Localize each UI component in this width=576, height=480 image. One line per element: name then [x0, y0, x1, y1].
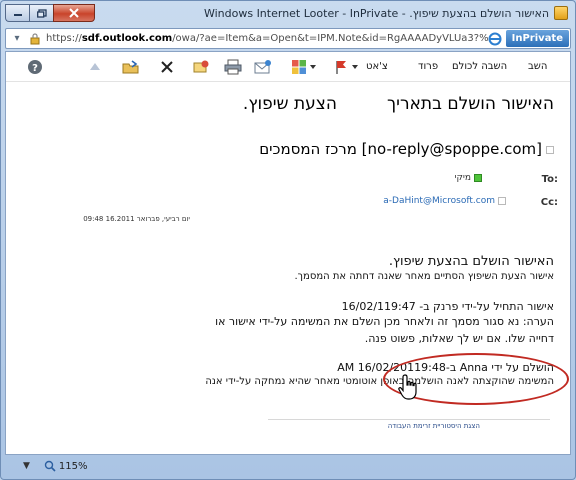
url-prefix: https:// [46, 33, 82, 44]
flag-dropdown-icon[interactable] [350, 58, 360, 76]
inprivate-badge[interactable]: InPrivate [505, 30, 569, 47]
print-icon[interactable] [224, 58, 242, 76]
minimize-icon [13, 14, 22, 16]
close-window-button[interactable] [53, 4, 95, 22]
title-bar: האישור הושלם בהצעת שיפוץ. - Windows Inte… [1, 1, 575, 27]
zoom-value: 115% [58, 460, 88, 472]
body-line-4: דחייה שלו. אם יש לך שאלות, פשוט פנה. [364, 332, 554, 345]
up-arrow-icon[interactable] [86, 58, 104, 76]
mark-unread-icon[interactable] [254, 58, 272, 76]
url-path: /owa/?ae=Item&a=Open&t=IPM.Note&id=RgAAA… [172, 33, 487, 44]
sender-name[interactable]: [no-reply@spoppe.com] מרכז המסמכים [259, 140, 542, 158]
divider [268, 419, 550, 420]
url-text[interactable]: https://sdf.outlook.com/owa/?ae=Item&a=O… [42, 33, 488, 44]
status-bar: ▼ 115% [5, 456, 571, 476]
ie-page-icon [488, 32, 502, 45]
reply-all-button[interactable]: השבה לכולם [452, 61, 507, 72]
to-recipient[interactable]: מיקי [454, 173, 482, 183]
subject-part-2: הצעת שיפוץ. [242, 94, 338, 114]
address-bar[interactable]: ▾ https://sdf.outlook.com/owa/?ae=Item&a… [5, 28, 571, 49]
restore-button[interactable] [29, 4, 53, 22]
body-heading: האישור הושלם בהצעת שיפוץ. [388, 254, 554, 269]
svg-text:?: ? [32, 63, 38, 74]
to-recipient-name: מיקי [454, 173, 471, 183]
browser-window: האישור הושלם בהצעת שיפוץ. - Windows Inte… [0, 0, 576, 480]
zoom-magnifier-icon [44, 460, 56, 472]
zoom-level[interactable]: 115% [44, 460, 88, 472]
chat-button[interactable]: צ'אט [366, 61, 388, 72]
categories-dropdown-icon[interactable] [308, 58, 318, 76]
forward-button[interactable]: פרוד [418, 61, 438, 72]
minimize-button[interactable] [5, 4, 29, 22]
close-icon [69, 8, 79, 18]
zoom-dropdown-icon[interactable]: ▼ [23, 461, 30, 471]
page-favicon-icon [554, 6, 568, 20]
to-label: To: [541, 174, 558, 185]
url-host: sdf.outlook.com [81, 33, 173, 44]
delete-icon[interactable] [158, 58, 176, 76]
lock-icon[interactable] [28, 29, 42, 48]
presence-online-icon [474, 173, 482, 182]
body-line-1: אישור הצעת השיפוץ הסתיים מאחר שאנה דחתה … [294, 271, 555, 282]
message-toolbar: ? צ'אט פרוד השבה לכולם השב [6, 52, 570, 82]
workflow-history-link[interactable]: הצגת היסטוריית זרימת העבודה [388, 422, 480, 430]
sent-date: יום רביעי, פברואר 16.2011 09:48 [83, 215, 190, 223]
sender-line: [no-reply@spoppe.com] מרכז המסמכים [259, 140, 554, 158]
restore-icon [36, 8, 47, 18]
cc-recipient-address: a-DaHint@Microsoft.com [383, 196, 495, 206]
help-icon[interactable]: ? [26, 58, 44, 76]
reply-button[interactable]: השב [528, 61, 547, 72]
sender-presence-icon [546, 145, 554, 154]
dropdown-arrow-icon[interactable]: ▾ [6, 29, 28, 48]
cc-recipient[interactable]: a-DaHint@Microsoft.com [383, 196, 506, 206]
follow-up-flag-icon[interactable] [332, 58, 350, 76]
message-subject: האישור הושלם בתאריך הצעת שיפוץ. [243, 94, 554, 114]
subject-part-1: האישור הושלם בתאריך [387, 94, 554, 114]
cc-label: Cc: [540, 197, 558, 208]
cc-presence-icon [498, 196, 506, 205]
body-line-2: אישור התחיל על-ידי פרנק ב- 16/02/119:47 [341, 300, 554, 313]
move-to-folder-icon[interactable] [122, 58, 140, 76]
caption-buttons [5, 4, 95, 22]
hand-pointer-icon [398, 374, 417, 400]
body-line-3: הערה: נא סגור מסמך זה ולאחר מכן השלם את … [215, 315, 554, 328]
categories-icon[interactable] [290, 58, 308, 76]
window-title: האישור הושלם בהצעת שיפוץ. - Windows Inte… [203, 7, 549, 20]
junk-mail-icon[interactable] [192, 58, 210, 76]
